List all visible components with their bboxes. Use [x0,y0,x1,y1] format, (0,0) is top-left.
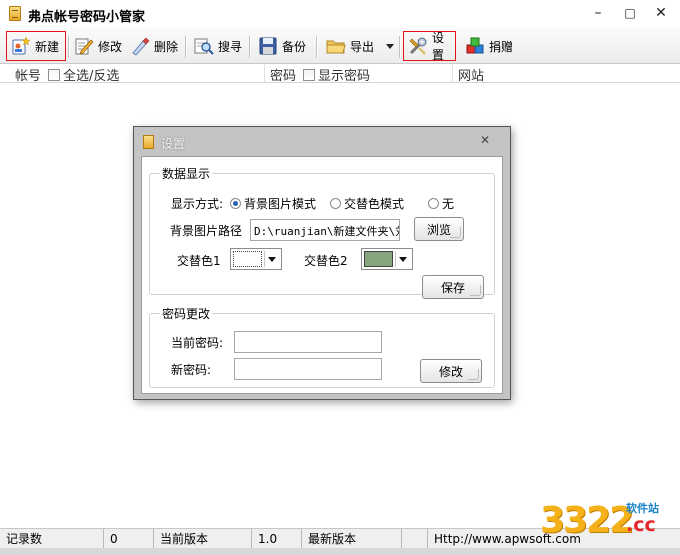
folder-icon [326,36,346,56]
alt-color1-swatch [233,251,262,267]
toolbar: 新建 修改 删除 搜寻 备份 导出 设置 捐赠 [0,28,680,64]
watermark-tld: .cc [626,514,656,536]
current-password-label: 当前密码: [171,336,224,350]
new-button-label: 新建 [35,39,60,54]
account-column-header[interactable]: 帐号 全选/反选 [15,65,119,84]
settings-dialog: 设置 ✕ 数据显示 显示方式: 背景图片模式 交替色模式 无 背景图片路径 D:… [133,126,511,400]
bg-path-input[interactable]: D:\ruanjian\新建文件夹\刘 [250,219,400,241]
website-column-header[interactable]: 网站 [458,65,484,84]
donate-button[interactable]: 捐赠 [461,31,517,61]
dialog-app-icon [143,135,154,149]
password-group: 密码更改 当前密码: 新密码: 修改 [149,305,495,388]
latest-version-label: 最新版本 [302,529,402,548]
toolbar-separator [68,36,69,58]
radio-background-label: 背景图片模式 [244,197,317,211]
current-version-value: 1.0 [252,529,302,548]
current-password-input[interactable] [234,331,382,353]
new-password-input[interactable] [234,358,382,380]
delete-button-label: 删除 [154,39,179,54]
show-password-label[interactable]: 显示密码 [318,65,370,84]
select-all-checkbox[interactable] [48,68,61,81]
radio-none-indicator[interactable] [428,198,439,209]
search-button[interactable]: 搜寻 [190,31,246,61]
radio-alternate-indicator[interactable] [330,198,341,209]
bg-path-label: 背景图片路径 [170,224,243,238]
edit-button[interactable]: 修改 [70,31,126,61]
account-header-label: 帐号 [15,69,42,84]
radio-none-label: 无 [442,197,455,211]
list-header: 帐号 全选/反选 密码 显示密码 网站 [0,64,680,84]
title-bar: 弗点帐号密码小管家 – □ ✕ [0,0,680,28]
dialog-close-button[interactable]: ✕ [480,133,490,147]
toolbar-separator [185,36,186,58]
settings-button-label: 设置 [432,31,445,62]
radio-background-mode[interactable]: 背景图片模式 [230,195,316,212]
radio-alternate-label: 交替色模式 [344,197,405,211]
alt-color2-label: 交替色2 [304,254,348,268]
radio-background-indicator[interactable] [230,198,241,209]
alt-color1-picker[interactable] [230,248,282,270]
current-version-label: 当前版本 [154,529,252,548]
save-disk-icon [258,36,278,56]
app-notebook-icon [9,6,21,21]
search-button-label: 搜寻 [218,39,243,54]
alt-color2-swatch [364,251,393,267]
show-password-checkbox[interactable] [303,68,316,81]
toolbar-separator [399,36,400,58]
search-magnifier-icon [194,36,214,56]
password-column-header[interactable]: 密码 显示密码 [270,65,370,84]
new-button[interactable]: 新建 [6,31,66,61]
record-count-value: 0 [104,529,154,548]
alt-color1-label: 交替色1 [177,254,221,268]
alt-color1-dropdown-icon[interactable] [263,251,279,267]
display-group-title: 数据显示 [160,165,213,182]
column-divider[interactable] [264,64,265,83]
new-password-label: 新密码: [171,363,212,377]
settings-button[interactable]: 设置 [403,31,456,62]
alt-color2-dropdown-icon[interactable] [394,251,410,267]
minimize-button[interactable]: – [587,4,609,22]
backup-button[interactable]: 备份 [254,31,310,61]
donate-button-label: 捐赠 [489,39,514,54]
edit-pencil-icon [74,36,94,56]
donate-cubes-icon [465,36,485,56]
dialog-body: 数据显示 显示方式: 背景图片模式 交替色模式 无 背景图片路径 D:\ruan… [141,156,503,394]
dialog-title-bar[interactable]: 设置 ✕ [134,127,510,155]
close-button[interactable]: ✕ [650,4,672,22]
column-divider[interactable] [452,64,453,83]
alt-color2-picker[interactable] [361,248,413,270]
save-settings-button[interactable]: 保存 [422,275,484,299]
radio-none-mode[interactable]: 无 [428,195,454,212]
watermark-number: 3322 [540,500,634,541]
site-watermark: 3322 软件站 .cc [540,494,668,546]
password-group-title: 密码更改 [160,305,213,322]
radio-alternate-color-mode[interactable]: 交替色模式 [330,195,404,212]
edit-button-label: 修改 [98,39,123,54]
backup-button-label: 备份 [282,39,307,54]
select-all-label[interactable]: 全选/反选 [63,65,119,84]
new-record-icon [11,36,31,56]
display-group: 数据显示 显示方式: 背景图片模式 交替色模式 无 背景图片路径 D:\ruan… [149,165,495,299]
display-mode-label: 显示方式: [171,197,224,211]
export-button-label: 导出 [350,39,375,54]
dialog-title: 设置 [161,137,186,151]
maximize-button[interactable]: □ [619,4,641,22]
settings-tools-icon [408,36,428,56]
toolbar-separator [316,36,317,58]
toolbar-separator [249,36,250,58]
delete-button[interactable]: 删除 [126,31,182,61]
window-title: 弗点帐号密码小管家 [28,10,146,25]
latest-version-value [402,529,428,548]
window-bottom-edge [0,548,680,555]
website-header-label: 网站 [458,69,485,84]
export-dropdown-arrow-icon[interactable] [386,43,395,49]
browse-button[interactable]: 浏览 [414,217,464,241]
record-count-label: 记录数 [0,529,104,548]
change-password-button[interactable]: 修改 [420,359,482,383]
delete-brush-icon [130,36,150,56]
export-button[interactable]: 导出 [322,31,398,61]
password-header-label: 密码 [270,69,297,84]
